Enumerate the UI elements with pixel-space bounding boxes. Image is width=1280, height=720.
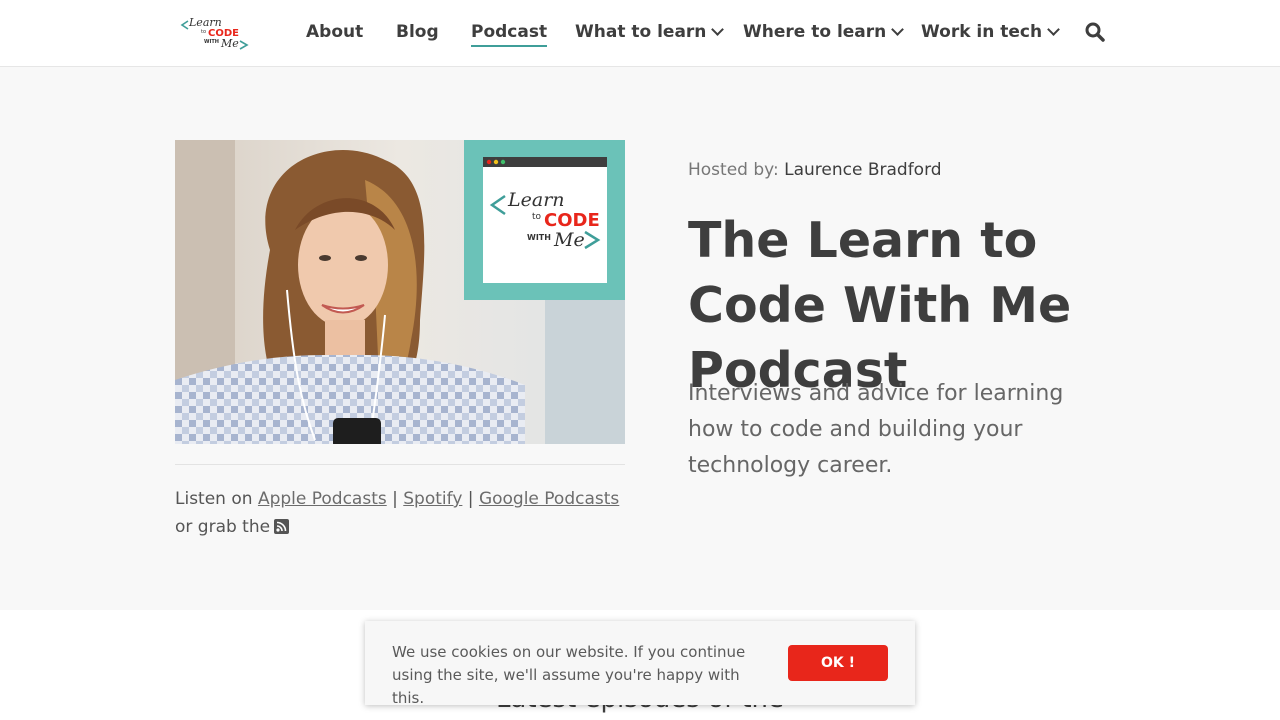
apple-podcasts-link[interactable]: Apple Podcasts: [258, 489, 387, 509]
chevron-down-icon: [1047, 23, 1060, 36]
site-logo[interactable]: Learn to CODE WITH Me: [180, 13, 250, 53]
page-title: The Learn to Code With Me Podcast: [688, 212, 1072, 399]
nav-blog[interactable]: Blog: [396, 20, 439, 44]
rss-icon[interactable]: [274, 519, 290, 534]
nav-podcast-label: Podcast: [471, 22, 548, 42]
listen-prefix: Listen on: [175, 489, 253, 509]
nav-what-to-learn[interactable]: What to learn: [575, 20, 725, 44]
separator: |: [392, 489, 398, 509]
listen-on-text: Listen on Apple Podcasts | Spotify | Goo…: [175, 485, 625, 541]
listen-suffix: or grab the: [175, 517, 271, 537]
nav-podcast[interactable]: Podcast: [471, 20, 548, 47]
google-podcasts-link[interactable]: Google Podcasts: [479, 489, 619, 509]
cookie-message: We use cookies on our website. If you co…: [392, 643, 746, 707]
svg-text:WITH: WITH: [527, 233, 551, 242]
cookie-ok-button[interactable]: OK !: [788, 645, 888, 681]
nav-work-in-tech[interactable]: Work in tech: [921, 20, 1060, 44]
nav-what-to-learn-label: What to learn: [575, 22, 707, 42]
divider: [175, 464, 625, 465]
svg-text:to: to: [201, 29, 206, 35]
host-name: Laurence Bradford: [784, 160, 942, 180]
nav-where-to-learn[interactable]: Where to learn: [743, 20, 905, 44]
hosted-label: Hosted by:: [688, 160, 779, 180]
svg-text:to: to: [532, 212, 542, 222]
spotify-link[interactable]: Spotify: [403, 489, 462, 509]
svg-text:Me: Me: [553, 229, 585, 251]
site-header: Learn to CODE WITH Me About Blog Podcast…: [0, 0, 1280, 67]
nav-work-in-tech-label: Work in tech: [921, 22, 1043, 42]
svg-text:Me: Me: [220, 37, 239, 50]
nav-where-to-learn-label: Where to learn: [743, 22, 887, 42]
hosted-by: Hosted by: Laurence Bradford: [688, 160, 942, 180]
svg-text:Learn: Learn: [507, 189, 565, 211]
nav-blog-label: Blog: [396, 22, 439, 42]
svg-text:CODE: CODE: [544, 210, 600, 231]
podcast-cover-image: Learn to CODE WITH Me: [175, 140, 625, 444]
svg-text:WITH: WITH: [204, 39, 219, 45]
search-icon[interactable]: [1085, 22, 1105, 42]
podcast-description: Interviews and advice for learning how t…: [688, 381, 1064, 478]
cookie-banner: We use cookies on our website. If you co…: [365, 621, 915, 707]
chevron-down-icon: [711, 23, 725, 36]
separator: |: [467, 489, 474, 509]
nav-about[interactable]: About: [306, 20, 363, 44]
nav-about-label: About: [306, 22, 364, 42]
chevron-down-icon: [891, 23, 905, 36]
